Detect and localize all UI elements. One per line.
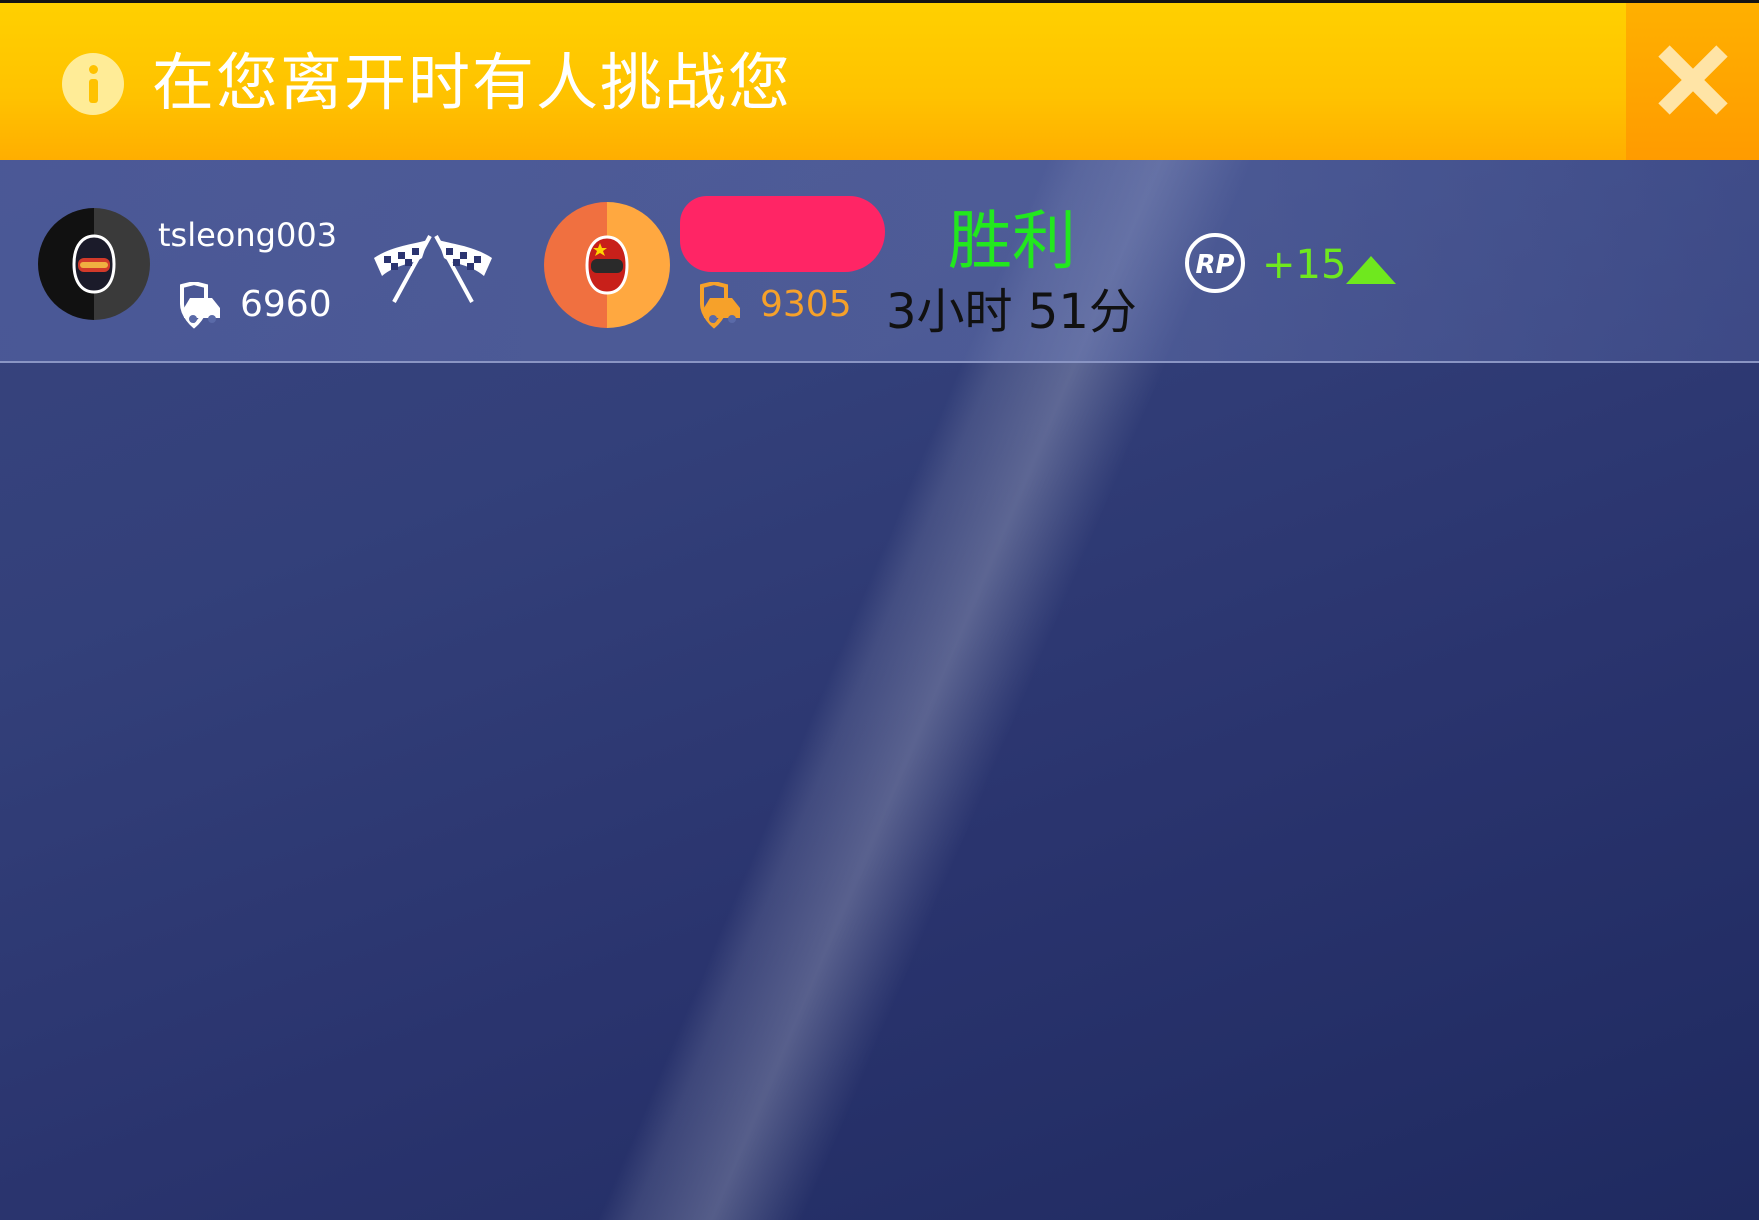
- player-avatar: [38, 208, 150, 320]
- close-icon: [1658, 45, 1728, 115]
- opponent-avatar: [544, 202, 670, 328]
- helmet-icon: [72, 234, 116, 294]
- opponent-name-redacted: [680, 196, 885, 272]
- time-ago: 3小时 51分: [886, 284, 1137, 340]
- car-shield-icon: [180, 282, 220, 329]
- opponent-rating: 9305: [760, 284, 852, 325]
- player-name: tsleong003: [158, 216, 338, 254]
- close-button[interactable]: [1626, 0, 1759, 160]
- notification-banner: 在您离开时有人挑战您: [0, 0, 1626, 160]
- banner-title: 在您离开时有人挑战您: [152, 46, 793, 119]
- player-rating: 6960: [240, 284, 332, 325]
- up-arrow-icon: [1346, 256, 1396, 284]
- helmet-icon: [585, 235, 629, 295]
- rp-change: +15: [1262, 242, 1347, 288]
- checkered-flags-icon: [374, 235, 492, 303]
- car-shield-icon: [700, 282, 740, 329]
- info-icon: [62, 53, 124, 115]
- rp-icon: RP: [1185, 233, 1245, 293]
- svg-text:RP: RP: [1195, 250, 1234, 280]
- challenge-row[interactable]: tsleong003 6960 9305: [0, 160, 1759, 363]
- race-result: 胜利: [948, 205, 1076, 279]
